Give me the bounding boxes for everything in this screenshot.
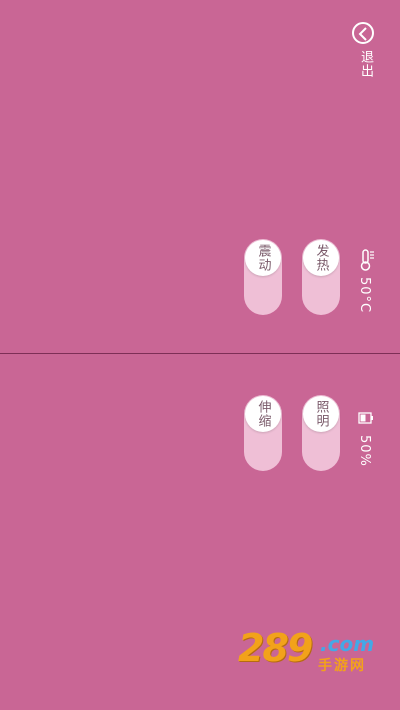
vibrate-toggle[interactable]: 震动 <box>244 239 282 315</box>
temperature-value: 50°C <box>357 277 372 314</box>
vibrate-label: 震动 <box>255 244 271 272</box>
watermark-logo-cn: 手游网 <box>318 658 366 674</box>
divider <box>0 353 400 354</box>
battery-icon <box>358 410 374 430</box>
light-label: 照明 <box>313 400 329 428</box>
toggle-knob: 发热 <box>303 240 339 276</box>
toggle-knob: 照明 <box>303 396 339 432</box>
watermark-logo-suffix: .com <box>320 632 375 656</box>
extend-toggle[interactable]: 伸缩 <box>244 395 282 471</box>
thermometer-icon <box>352 248 378 276</box>
toggle-knob: 伸缩 <box>245 396 281 432</box>
watermark-logo-number: 289 <box>238 626 313 670</box>
light-toggle[interactable]: 照明 <box>302 395 340 471</box>
battery-value: 50% <box>357 435 372 467</box>
heat-toggle[interactable]: 发热 <box>302 239 340 315</box>
back-circle-icon[interactable] <box>352 22 374 44</box>
extend-label: 伸缩 <box>255 400 271 428</box>
exit-label[interactable]: 退出 <box>356 50 375 78</box>
toggle-knob: 震动 <box>245 240 281 276</box>
heat-label: 发热 <box>313 244 329 272</box>
